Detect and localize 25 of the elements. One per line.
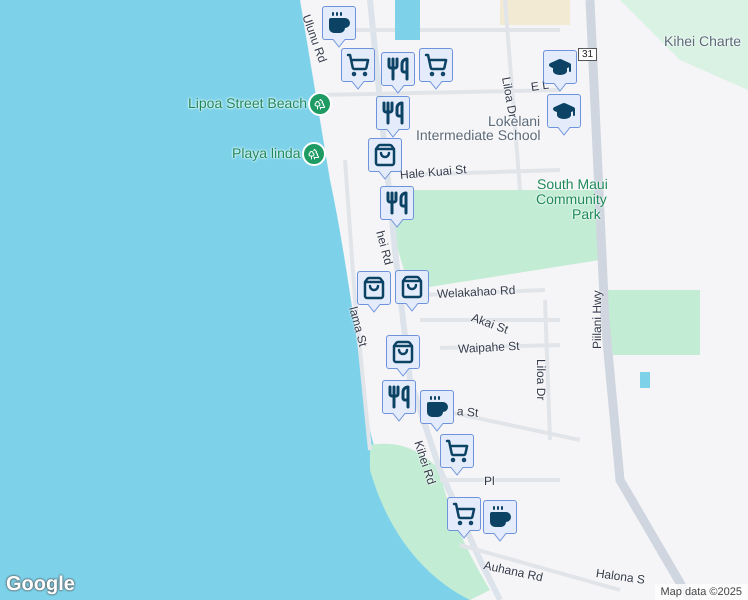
street-label: Halona S [595, 566, 646, 587]
place-label: Intermediate School [416, 127, 541, 143]
attribution-text: Map data ©2025 [654, 584, 748, 600]
place-label: South Maui [537, 176, 608, 192]
map-logo: Google [6, 573, 75, 596]
highway-shield: 31 [578, 48, 598, 61]
street-label: lama St [346, 305, 370, 348]
place-label: Lipoa Street Beach [188, 95, 308, 111]
street-label: Hale Kuai St [399, 162, 468, 182]
street-label: a St [456, 404, 479, 420]
place-label: Kihei Charte [664, 33, 742, 49]
street-label: Auhana Rd [482, 558, 544, 584]
street-label: Liloa Dr [534, 359, 548, 400]
street-label: Ulunu Rd [299, 12, 330, 64]
street-label: Piilani Hwy [590, 290, 604, 349]
street-label: Welakahao Rd [436, 282, 516, 301]
street-label: Kihei Rd [411, 438, 439, 486]
street-label: Pl [484, 474, 495, 488]
street-label: Akai St [470, 310, 510, 337]
place-label: Park [572, 206, 601, 222]
place-label: Playa linda [232, 145, 300, 161]
street-label: hei Rd [373, 229, 396, 266]
place-label: Community [536, 191, 607, 207]
street-label: Waipahe St [458, 338, 520, 356]
street-label: E L [530, 78, 550, 94]
